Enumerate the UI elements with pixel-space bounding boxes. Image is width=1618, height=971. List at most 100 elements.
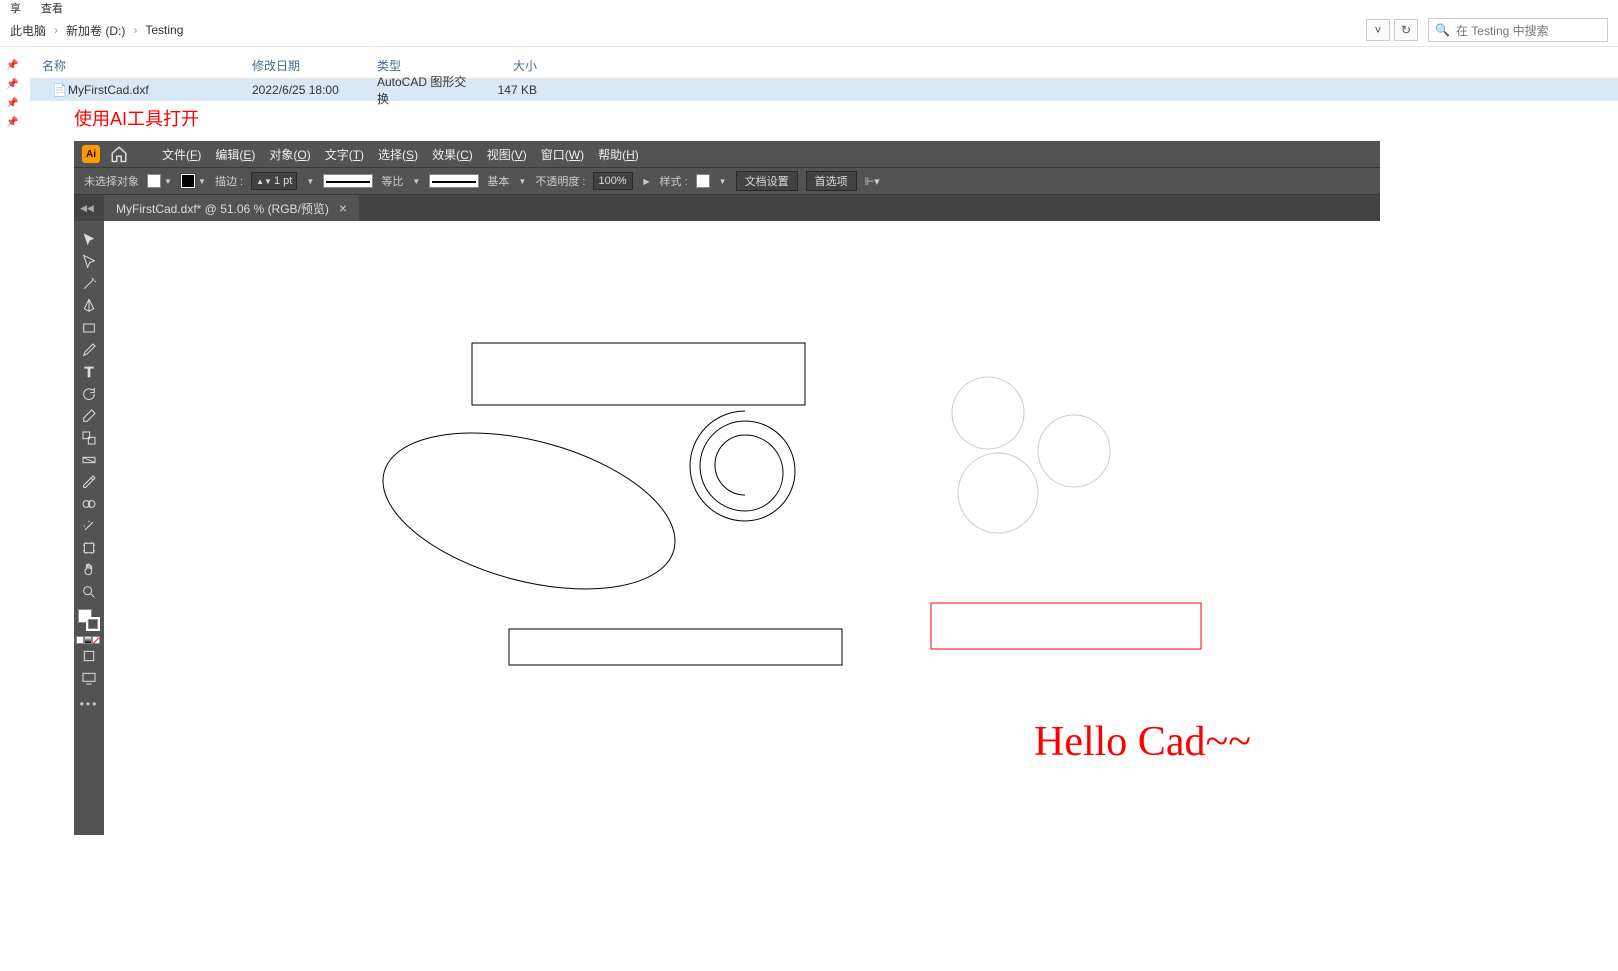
basic-label: 基本 — [487, 173, 509, 189]
fill-swatch[interactable] — [147, 174, 161, 188]
artboard-tool[interactable] — [76, 537, 102, 558]
file-explorer: 享 查看 此电脑 › 新加卷 (D:) › Testing ˅ ↻ 🔍 在 Te… — [0, 0, 1618, 101]
ribbon-tab[interactable]: 享 — [10, 0, 21, 14]
collapse-icon[interactable]: ◀◀ — [80, 203, 94, 214]
graphic-style-swatch[interactable] — [696, 174, 710, 188]
eyedropper-tool[interactable] — [76, 471, 102, 492]
search-placeholder: 在 Testing 中搜索 — [1456, 22, 1549, 39]
menu-bar: Ai 文件(F)编辑(E)对象(O)文字(T)选择(S)效果(C)视图(V)窗口… — [74, 141, 1380, 167]
hand-tool[interactable] — [76, 559, 102, 580]
shape-rectangle-red[interactable] — [931, 603, 1201, 649]
menu-帮助[interactable]: 帮助(H) — [594, 144, 643, 165]
shape-circle[interactable] — [952, 377, 1024, 449]
preferences-button[interactable]: 首选项 — [806, 171, 857, 191]
menu-文件[interactable]: 文件(F) — [158, 144, 205, 165]
more-tools-icon[interactable]: ••• — [80, 697, 99, 711]
fill-stroke-control[interactable] — [78, 609, 100, 631]
history-dropdown[interactable]: ˅ — [1366, 19, 1390, 41]
chevron-down-icon[interactable]: ▼ — [411, 177, 421, 186]
file-size: 147 KB — [477, 83, 537, 97]
file-list: 名称 修改日期 类型 大小 📄 MyFirstCad.dxf 2022/6/25… — [30, 57, 1618, 101]
scale-tool[interactable] — [76, 427, 102, 448]
menu-窗口[interactable]: 窗口(W) — [537, 144, 588, 165]
style-label: 样式 : — [659, 173, 687, 189]
menu-选择[interactable]: 选择(S) — [374, 144, 422, 165]
rectangle-tool[interactable] — [76, 317, 102, 338]
symbol-sprayer-tool[interactable] — [76, 515, 102, 536]
menu-文字[interactable]: 文字(T) — [321, 144, 368, 165]
canvas[interactable]: Hello Cad~~ — [104, 221, 1380, 835]
column-header-name[interactable]: 名称 — [30, 57, 252, 74]
screen-mode-icon[interactable] — [76, 667, 102, 688]
refresh-button[interactable]: ↻ — [1394, 19, 1418, 41]
chevron-down-icon[interactable]: ▼ — [305, 177, 315, 186]
search-icon: 🔍 — [1435, 23, 1450, 37]
stroke-weight-input[interactable]: ▲▼1 pt — [251, 172, 297, 190]
file-icon: 📄 — [52, 83, 64, 97]
opacity-input[interactable]: 100% — [593, 172, 633, 190]
selection-status: 未选择对象 — [84, 173, 139, 189]
document-setup-button[interactable]: 文档设置 — [736, 171, 798, 191]
ribbon-tab[interactable]: 查看 — [41, 0, 63, 14]
eraser-tool[interactable] — [76, 405, 102, 426]
blend-tool[interactable] — [76, 493, 102, 514]
column-header-size[interactable]: 大小 — [477, 57, 537, 74]
shape-circle[interactable] — [958, 453, 1038, 533]
file-row[interactable]: 📄 MyFirstCad.dxf 2022/6/25 18:00 AutoCAD… — [30, 79, 1618, 101]
shape-circle[interactable] — [1038, 415, 1110, 487]
magic-wand-tool[interactable] — [76, 273, 102, 294]
search-input[interactable]: 🔍 在 Testing 中搜索 — [1428, 18, 1608, 42]
pen-tool[interactable] — [76, 295, 102, 316]
column-header-type[interactable]: 类型 — [377, 57, 477, 74]
quick-access-pins: 📌 📌 📌 📌 — [6, 60, 18, 128]
align-icon[interactable]: ⊩▾ — [865, 175, 880, 188]
chevron-down-icon[interactable]: ▼ — [163, 177, 173, 186]
shape-spiral[interactable] — [690, 411, 795, 521]
illustrator-window: Ai 文件(F)编辑(E)对象(O)文字(T)选择(S)效果(C)视图(V)窗口… — [74, 141, 1380, 835]
opacity-label: 不透明度 : — [535, 173, 585, 189]
annotation-text: 使用AI工具打开 — [74, 105, 1618, 131]
type-tool[interactable] — [76, 361, 102, 382]
file-name: MyFirstCad.dxf — [68, 83, 149, 97]
document-tab[interactable]: MyFirstCad.dxf* @ 51.06 % (RGB/预览) × — [104, 195, 359, 221]
document-tab-title: MyFirstCad.dxf* @ 51.06 % (RGB/预览) — [116, 200, 329, 217]
stroke-color-icon[interactable] — [86, 617, 100, 631]
column-header-date[interactable]: 修改日期 — [252, 57, 377, 74]
close-icon[interactable]: × — [339, 200, 347, 216]
rotate-tool[interactable] — [76, 383, 102, 404]
stroke-swatch[interactable] — [181, 174, 195, 188]
breadcrumb-item[interactable]: 新加卷 (D:) — [66, 22, 125, 39]
chevron-down-icon[interactable]: ▼ — [197, 177, 207, 186]
gradient-tool[interactable] — [76, 449, 102, 470]
shape-ellipse[interactable] — [366, 405, 692, 618]
stroke-style-preview[interactable] — [323, 174, 373, 188]
chevron-right-icon: › — [133, 23, 137, 37]
direct-selection-tool[interactable] — [76, 251, 102, 272]
control-bar: 未选择对象 ▼ ▼ 描边 : ▲▼1 pt ▼ 等比▼ 基本▼ 不透明度 : 1… — [74, 167, 1380, 195]
chevron-right-icon[interactable]: ▶ — [641, 177, 651, 186]
paintbrush-tool[interactable] — [76, 339, 102, 360]
chevron-right-icon: › — [54, 23, 58, 37]
draw-mode-icon[interactable] — [76, 645, 102, 666]
breadcrumb-item[interactable]: Testing — [145, 23, 183, 37]
color-mode-selector[interactable] — [76, 636, 102, 644]
menu-视图[interactable]: 视图(V) — [483, 144, 531, 165]
menu-效果[interactable]: 效果(C) — [428, 144, 477, 165]
chevron-down-icon[interactable]: ▼ — [718, 177, 728, 186]
breadcrumb[interactable]: 此电脑 › 新加卷 (D:) › Testing — [10, 22, 1356, 39]
chevron-down-icon[interactable]: ▼ — [517, 177, 527, 186]
tool-panel: ••• — [74, 221, 104, 835]
canvas-text[interactable]: Hello Cad~~ — [1034, 719, 1251, 765]
home-icon[interactable] — [110, 145, 128, 163]
breadcrumb-item[interactable]: 此电脑 — [10, 22, 46, 39]
brush-preview[interactable] — [429, 174, 479, 188]
file-date: 2022/6/25 18:00 — [252, 83, 377, 97]
menu-编辑[interactable]: 编辑(E) — [211, 144, 259, 165]
selection-tool[interactable] — [76, 229, 102, 250]
stroke-label: 描边 : — [215, 173, 243, 189]
pin-icon: 📌 — [6, 60, 18, 71]
menu-对象[interactable]: 对象(O) — [265, 144, 314, 165]
shape-rectangle[interactable] — [472, 343, 805, 405]
shape-rectangle[interactable] — [509, 629, 842, 665]
zoom-tool[interactable] — [76, 581, 102, 602]
